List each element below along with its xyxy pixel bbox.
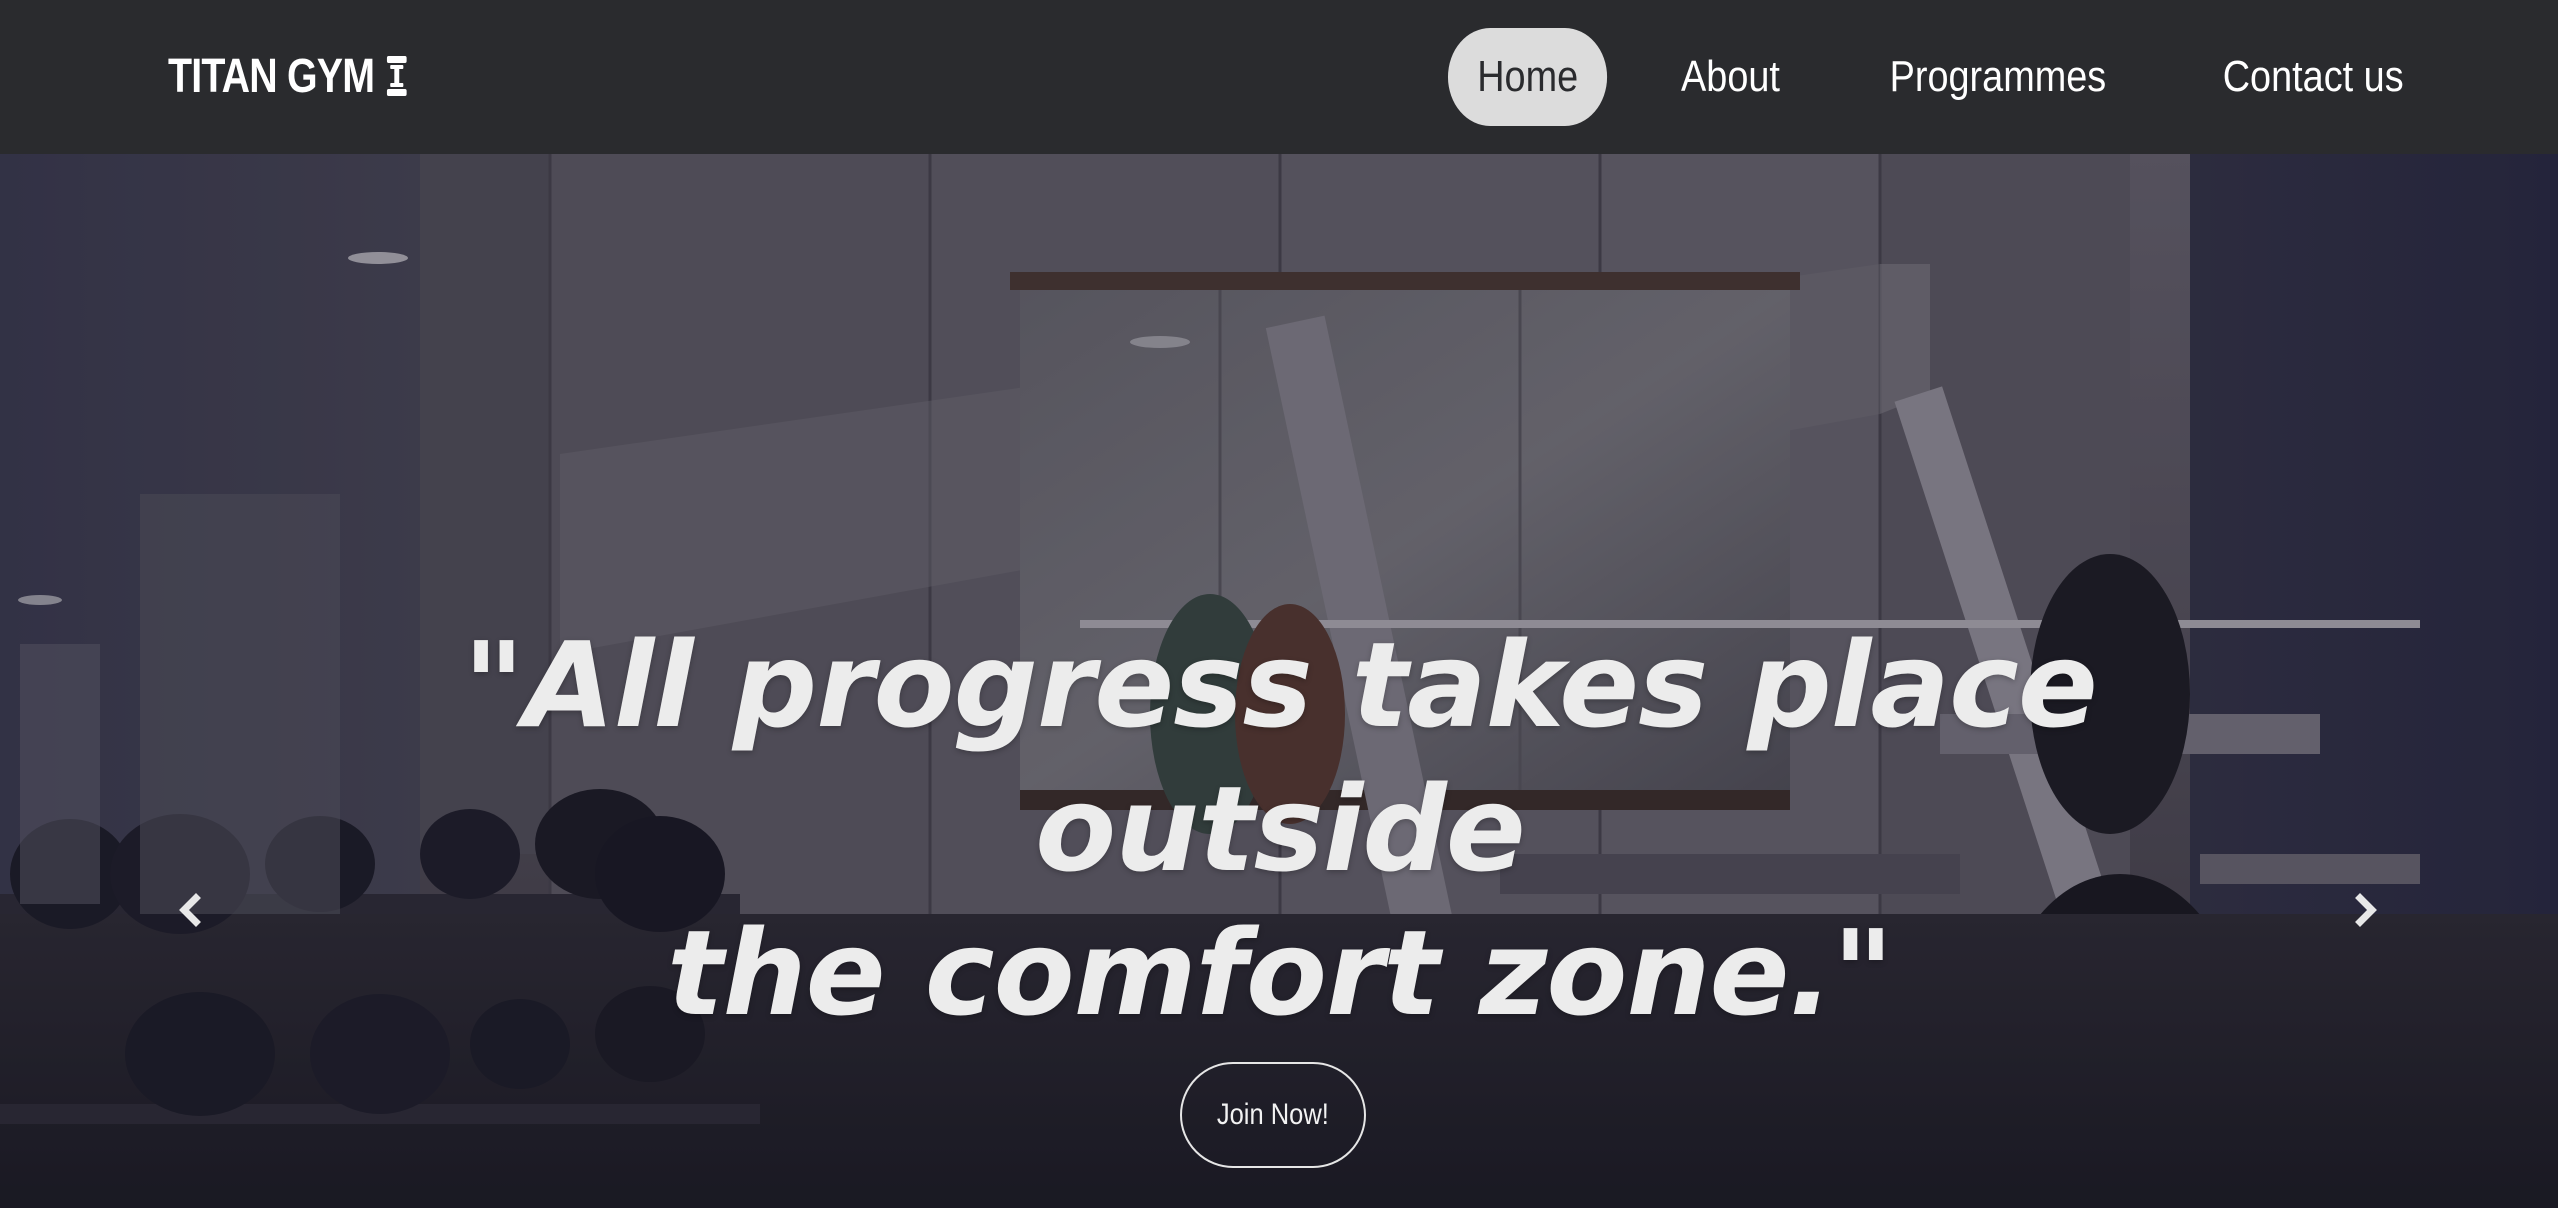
chevron-left-icon bbox=[179, 893, 201, 927]
carousel-next-button[interactable] bbox=[2336, 880, 2396, 940]
nav-item-programmes: Programmes bbox=[1820, 28, 2156, 126]
dumbbell-icon bbox=[386, 53, 409, 99]
hero-carousel: "All progress takes place outside the co… bbox=[0, 154, 2558, 1208]
nav-item-contact: Contact us bbox=[2156, 28, 2450, 126]
nav-link-about[interactable]: About bbox=[1653, 28, 1807, 126]
hero-quote: "All progress takes place outside the co… bbox=[340, 613, 2220, 1045]
brand-name: TITAN GYM bbox=[168, 49, 375, 103]
nav-item-home: Home bbox=[1415, 28, 1620, 126]
carousel-prev-button[interactable] bbox=[160, 880, 220, 940]
nav-link-contact[interactable]: Contact us bbox=[2195, 28, 2431, 126]
nav-link-programmes[interactable]: Programmes bbox=[1862, 28, 2134, 126]
join-now-button[interactable]: Join Now! bbox=[1180, 1062, 1366, 1168]
chevron-right-icon bbox=[2355, 893, 2377, 927]
join-now-label: Join Now! bbox=[1217, 1098, 1329, 1131]
navbar: TITAN GYM Home About Programmes Contact … bbox=[0, 0, 2558, 154]
brand-logo-link[interactable]: TITAN GYM bbox=[168, 46, 409, 106]
main-nav: Home About Programmes Contact us bbox=[1415, 28, 2450, 126]
hero-quote-line-2: the comfort zone." bbox=[667, 904, 1894, 1043]
nav-link-home[interactable]: Home bbox=[1448, 28, 1608, 126]
nav-item-about: About bbox=[1621, 28, 1820, 126]
hero-quote-line-1: "All progress takes place outside bbox=[463, 616, 2098, 899]
